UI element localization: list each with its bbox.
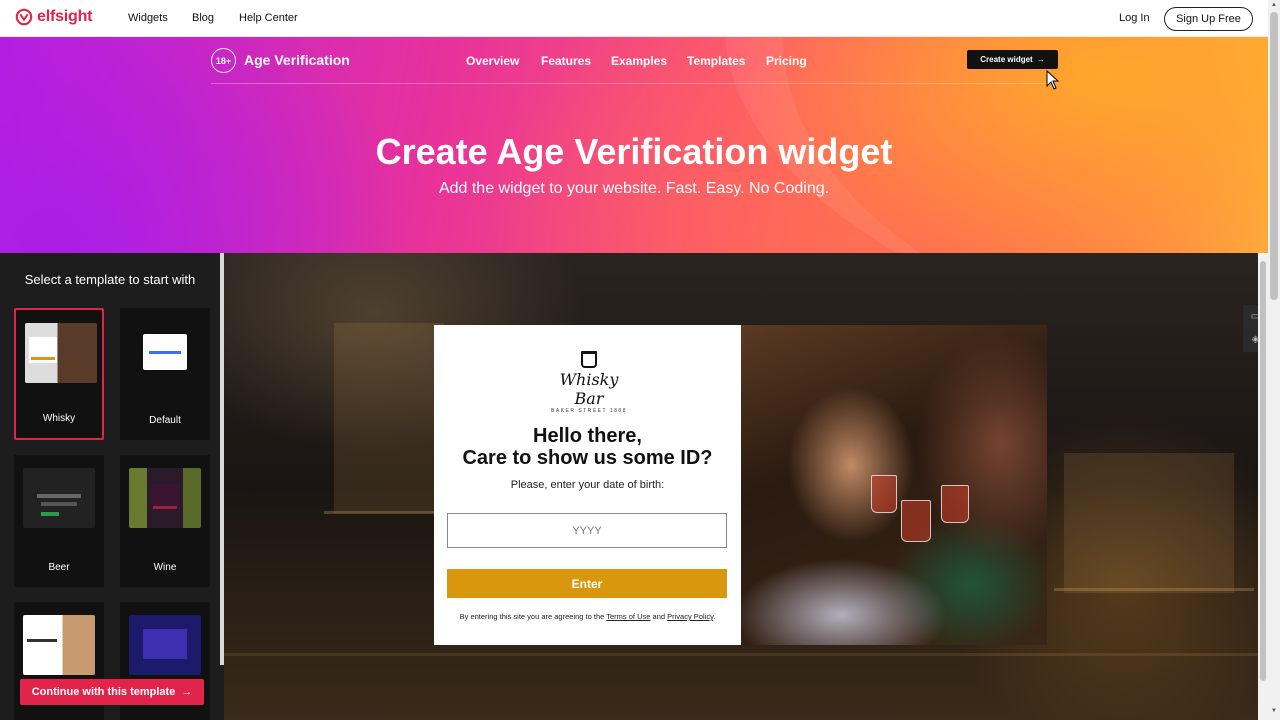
arrow-right-icon: → [181, 686, 193, 698]
template-beer[interactable]: Beer [14, 455, 104, 587]
template-wine-label: Wine [153, 562, 177, 573]
page-scrollbar-thumb[interactable] [1270, 12, 1278, 300]
whisky-bar-name: Whisky Bar [559, 370, 619, 408]
legal-and: and [652, 612, 666, 621]
terms-of-use-link[interactable]: Terms of Use [606, 612, 650, 621]
whisky-bar-tagline: BAKER STREET 1888 [551, 408, 627, 414]
scroll-down-icon[interactable]: ▼ [1270, 708, 1278, 714]
signup-button[interactable]: Sign Up Free [1164, 7, 1253, 31]
legal-notice: By entering this site you are agreeing t… [434, 612, 741, 621]
legal-period: . [713, 612, 716, 621]
template-6-thumbnail [129, 615, 201, 675]
scroll-up-icon[interactable]: ▲ [1270, 2, 1278, 8]
nav-blog[interactable]: Blog [192, 12, 214, 24]
subnav-examples[interactable]: Examples [611, 54, 667, 68]
template-panel-heading: Select a template to start with [24, 272, 196, 287]
mouse-cursor-icon [1046, 70, 1060, 90]
background-shelf [1054, 588, 1254, 591]
template-whisky-thumbnail [25, 323, 97, 383]
elfsight-logo[interactable]: elfsight [15, 8, 92, 26]
background-bottle-shelf [1064, 453, 1234, 593]
nav-help-center[interactable]: Help Center [239, 12, 298, 24]
photo-glass [941, 485, 969, 523]
popup-title-line2: Care to show us some ID? [462, 447, 713, 469]
legal-text: By entering this site you are agreeing t… [459, 612, 605, 621]
birth-year-input[interactable] [447, 513, 727, 548]
product-name[interactable]: Age Verification [244, 52, 350, 68]
background-bar-lights [334, 323, 444, 513]
template-beer-label: Beer [48, 562, 70, 573]
template-wine[interactable]: Wine [120, 455, 210, 587]
hero-divider [211, 83, 1058, 84]
template-default-thumbnail [129, 321, 201, 381]
login-link[interactable]: Log In [1119, 12, 1150, 24]
age-verification-popup: Whisky Bar BAKER STREET 1888 Hello there… [434, 325, 1047, 645]
elfsight-logo-icon [15, 8, 33, 26]
whisky-bar-logo: Whisky Bar BAKER STREET 1888 [544, 351, 634, 414]
subnav-features[interactable]: Features [541, 54, 591, 68]
popup-photo [741, 325, 1047, 645]
page-title: Create Age Verification widget [375, 131, 893, 172]
template-wine-thumbnail [129, 468, 201, 528]
page-subtitle: Add the widget to your website. Fast. Ea… [438, 180, 830, 197]
popup-title: Hello there, Care to show us some ID? [434, 425, 741, 469]
birth-date-prompt: Please, enter your date of birth: [510, 479, 665, 491]
create-widget-button[interactable]: Create widget → [967, 50, 1058, 69]
nav-widgets[interactable]: Widgets [128, 12, 168, 24]
preview-scrollbar[interactable] [1258, 253, 1268, 720]
whisky-glass-icon [581, 351, 597, 368]
template-whisky-label: Whisky [42, 413, 76, 424]
popup-title-line1: Hello there, [533, 425, 642, 447]
template-default[interactable]: Default [120, 308, 210, 440]
template-panel: Select a template to start with Whisky D… [0, 253, 224, 720]
brand-name: elfsight [37, 8, 93, 25]
preview-scrollbar-thumb[interactable] [1260, 261, 1266, 681]
subnav-overview[interactable]: Overview [466, 54, 519, 68]
background-shelf [324, 511, 434, 514]
top-navbar: elfsight Widgets Blog Help Center Log In… [0, 0, 1268, 37]
arrow-right-icon: → [1036, 55, 1045, 64]
continue-template-label: Continue with this template [31, 686, 176, 698]
background-glass-row [224, 653, 1258, 656]
template-beer-thumbnail [23, 468, 95, 528]
enter-button[interactable]: Enter [447, 569, 727, 598]
photo-glass [901, 500, 931, 542]
create-widget-label: Create widget [980, 55, 1033, 64]
page-scrollbar[interactable]: ▲ ▼ [1268, 0, 1280, 720]
age-18-badge-icon: 18+ [211, 48, 236, 73]
subnav-templates[interactable]: Templates [687, 54, 745, 68]
continue-template-button[interactable]: Continue with this template → [20, 679, 204, 705]
template-whisky[interactable]: Whisky [14, 308, 104, 440]
template-default-label: Default [149, 415, 181, 426]
subnav-pricing[interactable]: Pricing [766, 54, 807, 68]
privacy-policy-link[interactable]: Privacy Policy [667, 612, 713, 621]
photo-glass [871, 475, 897, 513]
popup-form-panel: Whisky Bar BAKER STREET 1888 Hello there… [434, 325, 741, 645]
hero-banner: 18+ Age Verification Overview Features E… [0, 37, 1268, 253]
template-5-thumbnail [23, 615, 95, 675]
